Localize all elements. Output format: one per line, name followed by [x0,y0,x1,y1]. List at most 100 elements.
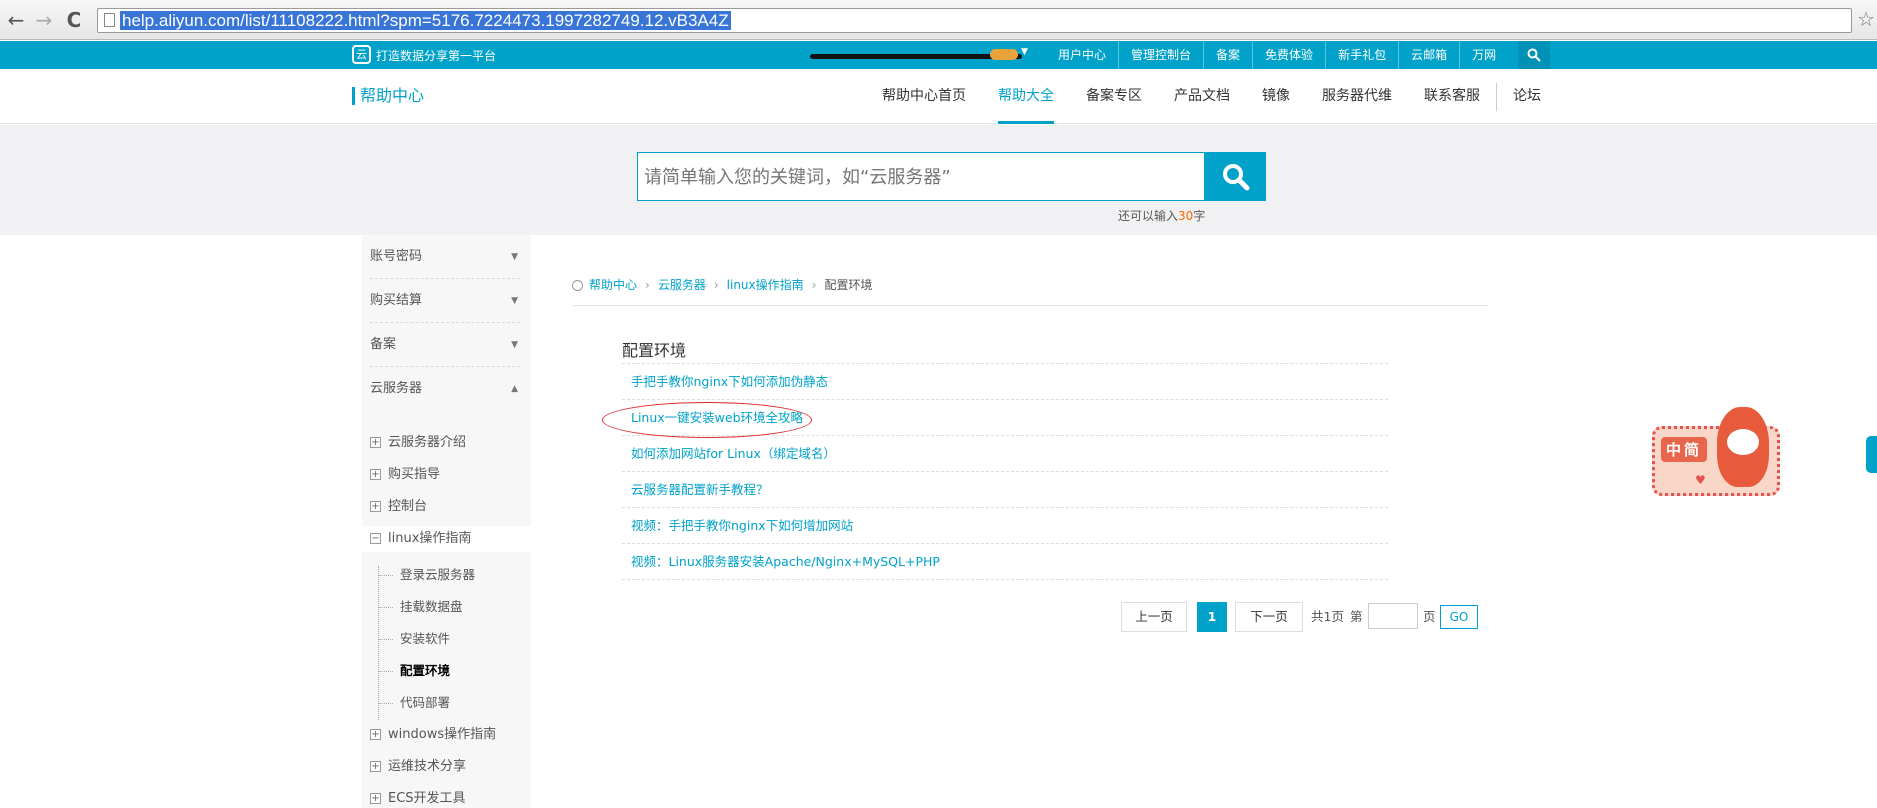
top-link-wanwang[interactable]: 万网 [1459,41,1508,69]
sidebar-section-label: 账号密码 [370,249,423,264]
chevron-down-icon[interactable]: ▼ [1021,47,1028,57]
bookmark-star-icon[interactable]: ☆ [1857,7,1875,31]
top-slogan: 打造数据分享第一平台 [376,49,497,63]
caret-down-icon: ▼ [511,340,518,350]
search-hint-count: 30 [1178,209,1194,223]
reload-button[interactable]: C [62,8,86,32]
breadcrumb: 帮助中心 › 云服务器 › linux操作指南 › 配置环境 [572,276,872,293]
top-link-free-trial[interactable]: 免费体验 [1252,41,1325,69]
go-button[interactable]: GO [1440,605,1478,629]
expand-plus-icon[interactable]: + [370,793,381,804]
article-link[interactable]: 视频：Linux服务器安装Apache/Nginx+MySQL+PHP [622,544,1388,580]
top-link-beian[interactable]: 备案 [1203,41,1252,69]
sidebar-item-label: windows操作指南 [388,727,497,742]
prev-page-button[interactable]: 上一页 [1121,602,1187,632]
search-input[interactable] [644,164,1194,190]
sidebar-section-label: 备案 [370,337,397,352]
tree-connector [378,566,379,720]
mascot-support-widget[interactable]: 中简 ♥ [1652,407,1780,496]
sidebar-sub-config-env[interactable]: 配置环境 [400,660,450,682]
page-number-button[interactable]: 1 [1197,602,1227,632]
browser-toolbar: ← → C help.aliyun.com/list/11108222.html… [0,0,1877,40]
highlight-annotation-ellipse [602,402,812,438]
sidebar-section-ecs[interactable]: 云服务器 ▲ [370,367,520,411]
sidebar-sub-login[interactable]: 登录云服务器 [400,564,475,586]
main-nav: 帮助中心首页 帮助大全 备案专区 产品文档 镜像 服务器代维 联系客服 论坛 [866,69,1557,124]
next-page-button[interactable]: 下一页 [1235,602,1303,632]
sidebar-sub-mount-disk[interactable]: 挂载数据盘 [400,596,463,618]
home-circle-icon [572,280,583,291]
goto-suffix: 页 [1423,609,1436,624]
sidebar-section-billing[interactable]: 购买结算 ▼ [370,279,520,323]
main-header: 帮助中心 帮助中心首页 帮助大全 备案专区 产品文档 镜像 服务器代维 联系客服… [0,69,1877,124]
nav-beian-zone[interactable]: 备案专区 [1070,69,1158,124]
brand-title[interactable]: 帮助中心 [352,87,424,105]
breadcrumb-ecs[interactable]: 云服务器 [658,278,706,292]
breadcrumb-linux-guide[interactable]: linux操作指南 [727,278,804,292]
section-title: 配置环境 [622,341,687,360]
article-link[interactable]: 云服务器配置新手教程？ [622,472,1388,508]
nav-contact-support[interactable]: 联系客服 [1408,69,1496,124]
cloud-logo-icon: 云 [352,45,371,64]
caret-down-icon: ▼ [511,252,518,262]
tree-branch [379,703,393,704]
page-icon [104,13,115,27]
expand-plus-icon[interactable]: + [370,437,381,448]
sidebar-item-console[interactable]: + 控制台 [370,496,427,518]
forward-button[interactable]: → [32,8,56,32]
mascot-label: 中简 [1661,437,1708,462]
url-text[interactable]: help.aliyun.com/list/11108222.html?spm=5… [120,11,731,30]
sidebar-item-label: 控制台 [388,499,428,514]
search-hint-prefix: 还可以输入 [1118,209,1179,223]
sidebar-item-windows-guide[interactable]: + windows操作指南 [370,724,496,746]
goto-page-input[interactable] [1368,603,1418,629]
tree-branch [379,607,393,608]
back-button[interactable]: ← [4,8,28,32]
article-link[interactable]: 手把手教你nginx下如何添加伪静态 [622,364,1388,400]
search-button[interactable] [1205,152,1266,201]
total-pages: 共1页 [1311,609,1344,624]
expand-plus-icon[interactable]: + [370,501,381,512]
nav-images[interactable]: 镜像 [1246,69,1306,124]
expand-plus-icon[interactable]: + [370,469,381,480]
sidebar-item-label: 购买指导 [388,467,441,482]
sidebar-sub-install-software[interactable]: 安装软件 [400,628,450,650]
tree-branch [379,639,393,640]
breadcrumb-help-center[interactable]: 帮助中心 [589,278,637,292]
nav-help-all[interactable]: 帮助大全 [982,69,1070,124]
top-link-console[interactable]: 管理控制台 [1118,41,1203,69]
sidebar-item-purchase-guide[interactable]: + 购买指导 [370,464,440,486]
nav-server-ops[interactable]: 服务器代维 [1306,69,1408,124]
sidebar-item-ecs-intro[interactable]: + 云服务器介绍 [370,432,466,454]
top-link-newbie-gift[interactable]: 新手礼包 [1325,41,1398,69]
breadcrumb-divider [572,305,1488,306]
expand-plus-icon[interactable]: + [370,761,381,772]
nav-help-home[interactable]: 帮助中心首页 [866,69,982,124]
search-band: 还可以输入30字 [0,125,1877,235]
sidebar-item-label: 云服务器介绍 [388,435,467,450]
article-link[interactable]: 视频：手把手教你nginx下如何增加网站 [622,508,1388,544]
address-bar[interactable]: help.aliyun.com/list/11108222.html?spm=5… [97,8,1852,33]
nav-product-docs[interactable]: 产品文档 [1158,69,1246,124]
caret-up-icon: ▲ [511,384,518,394]
breadcrumb-separator: › [713,278,719,292]
sidebar-section-beian[interactable]: 备案 ▼ [370,323,520,367]
sidebar-item-linux-guide[interactable]: − linux操作指南 [362,526,531,552]
sidebar-sub-code-deploy[interactable]: 代码部署 [400,692,450,714]
breadcrumb-separator: › [811,278,817,292]
article-link[interactable]: 如何添加网站for Linux（绑定域名） [622,436,1388,472]
top-link-cloud-mail[interactable]: 云邮箱 [1398,41,1459,69]
collapse-minus-icon[interactable]: − [370,533,381,544]
sidebar-section-label: 云服务器 [370,381,423,396]
sidebar-section-account[interactable]: 账号密码 ▼ [370,235,520,279]
search-box [637,152,1205,201]
expand-plus-icon[interactable]: + [370,729,381,740]
sidebar-item-ops-sharing[interactable]: + 运维技术分享 [370,756,466,778]
search-icon [1222,163,1249,190]
sidebar-item-ecs-dev-tools[interactable]: + ECS开发工具 [370,788,466,808]
sidebar-item-label: 运维技术分享 [388,759,467,774]
nav-forum[interactable]: 论坛 [1497,69,1557,124]
search-icon[interactable] [1518,41,1550,69]
top-link-user-center[interactable]: 用户中心 [1046,41,1118,69]
feedback-edge-tab[interactable] [1866,436,1877,473]
